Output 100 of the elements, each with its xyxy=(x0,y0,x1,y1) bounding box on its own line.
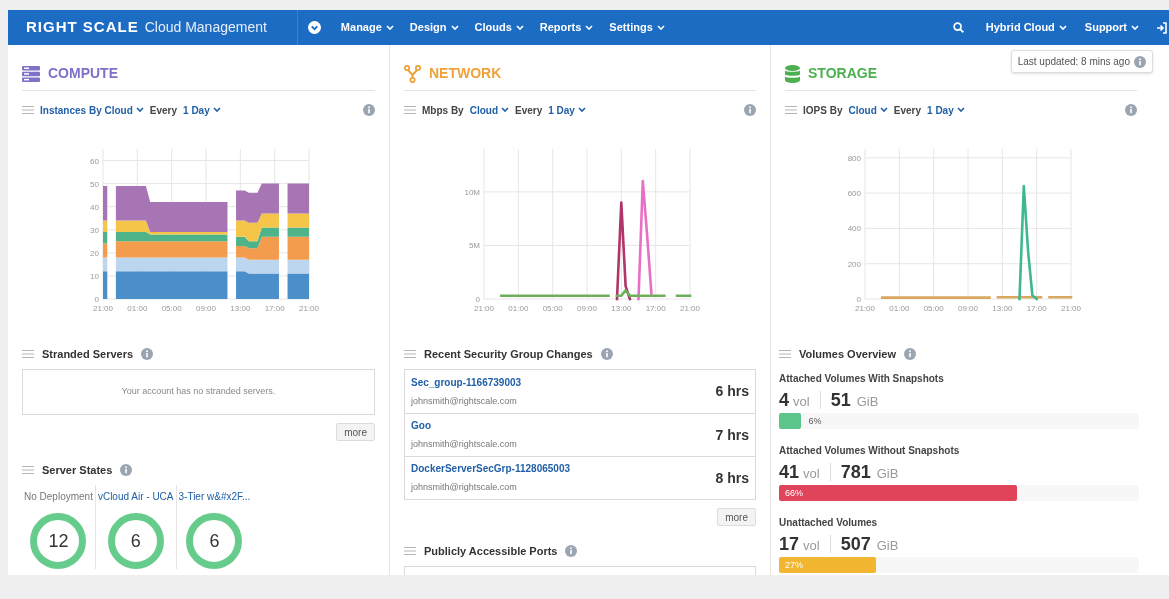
drag-handle-icon[interactable] xyxy=(404,547,416,555)
drag-handle-icon[interactable] xyxy=(22,350,34,358)
y-axis-label: 10 xyxy=(89,271,99,281)
x-axis-label: 09:00 xyxy=(195,304,216,313)
x-axis-label: 21:00 xyxy=(680,304,700,313)
more-button[interactable]: more xyxy=(336,423,375,441)
x-axis-label: 17:00 xyxy=(1026,304,1047,313)
section-title: NETWORK xyxy=(429,64,502,83)
info-icon[interactable] xyxy=(363,104,375,116)
nav-menu[interactable]: Design xyxy=(409,19,459,36)
caret-icon xyxy=(656,24,665,31)
widget-title: Server States xyxy=(42,462,113,478)
caret-icon xyxy=(135,107,144,113)
y-axis-label: 800 xyxy=(847,153,861,163)
caret-icon xyxy=(1058,24,1067,31)
group-link[interactable]: DockerServerSecGrp-1128065003 xyxy=(411,461,570,477)
header-label: Every xyxy=(149,103,178,118)
y-axis-label: 30 xyxy=(89,225,99,235)
dropdown-selector[interactable]: 1 Day xyxy=(927,102,965,118)
nav-menu[interactable]: Hybrid Cloud xyxy=(985,19,1067,36)
info-icon[interactable] xyxy=(1125,104,1137,116)
drag-handle-icon[interactable] xyxy=(404,350,416,358)
x-axis-label: 17:00 xyxy=(264,304,285,313)
size-unit: GiB xyxy=(856,393,879,411)
nav-menu[interactable]: Clouds xyxy=(474,19,524,36)
caret-icon xyxy=(879,107,888,113)
x-axis-label: 09:00 xyxy=(958,304,978,313)
x-axis-label: 13:00 xyxy=(611,304,632,313)
section-title: STORAGE xyxy=(808,64,877,83)
header-label: IOPS By xyxy=(803,103,843,118)
deployment-link[interactable]: vCloud Air - UCA xyxy=(97,485,174,507)
y-axis-label: 20 xyxy=(89,248,99,258)
widget-title: Volumes Overview xyxy=(799,346,896,362)
x-axis-label: 05:00 xyxy=(923,304,944,313)
caret-icon xyxy=(956,107,965,113)
caret-icon xyxy=(515,24,524,31)
search-icon[interactable] xyxy=(952,22,964,33)
x-axis-label: 13:00 xyxy=(992,304,1013,313)
drag-handle-icon[interactable] xyxy=(404,106,416,114)
database-icon xyxy=(785,64,800,83)
widget-title: Publicly Accessible Ports xyxy=(424,543,558,559)
y-axis-label: 10M xyxy=(464,187,480,197)
change-age: 6 hrs xyxy=(715,382,749,401)
dropdown-selector[interactable]: Cloud xyxy=(848,102,888,118)
drag-handle-icon[interactable] xyxy=(22,106,34,114)
volume-group-title: Attached Volumes With Snapshots xyxy=(779,371,945,386)
percent-label: 6% xyxy=(808,415,822,427)
drag-handle-icon[interactable] xyxy=(22,466,34,474)
chevron-circle-icon[interactable] xyxy=(307,21,321,34)
group-link[interactable]: Sec_group-1166739003 xyxy=(411,374,522,390)
caret-icon xyxy=(585,24,594,31)
logout-icon[interactable] xyxy=(1157,21,1167,34)
count-ring: 6 xyxy=(186,513,243,569)
info-icon[interactable] xyxy=(141,348,154,360)
dropdown-selector[interactable]: 1 Day xyxy=(183,102,221,118)
info-icon[interactable] xyxy=(565,545,578,557)
x-axis-label: 01:00 xyxy=(126,304,147,313)
x-axis-label: 01:00 xyxy=(508,304,529,313)
product-name: Cloud Management xyxy=(144,18,267,37)
x-axis-label: 21:00 xyxy=(298,304,319,313)
y-axis-label: 0 xyxy=(856,295,861,304)
drag-handle-icon[interactable] xyxy=(779,350,791,358)
group-link[interactable]: Goo xyxy=(411,418,517,434)
info-icon[interactable] xyxy=(904,348,916,360)
count-unit: vol xyxy=(803,465,820,483)
header-label: Every xyxy=(893,103,922,118)
info-icon[interactable] xyxy=(120,464,133,476)
empty-message: Your account has no stranded servers. xyxy=(121,385,276,399)
caret-icon xyxy=(450,24,459,31)
header-label: Every xyxy=(515,103,543,118)
widget-title: Recent Security Group Changes xyxy=(424,346,593,362)
size-unit: GiB xyxy=(876,465,899,483)
volume-size: 51 xyxy=(830,389,851,412)
caret-icon xyxy=(212,107,221,113)
info-icon[interactable] xyxy=(744,104,756,116)
dropdown-selector[interactable]: 1 Day xyxy=(548,102,586,118)
more-button[interactable]: more xyxy=(717,508,756,526)
nav-menu[interactable]: Manage xyxy=(340,19,394,36)
nav-menu[interactable]: Reports xyxy=(539,19,594,36)
deployment-link[interactable]: 3-Tier w&#x2F... xyxy=(178,485,251,507)
caret-icon xyxy=(1131,24,1139,31)
count-unit: vol xyxy=(803,537,820,555)
branch-icon xyxy=(404,64,421,83)
section-title: COMPUTE xyxy=(48,64,118,83)
user-email: johnsmith@rightscale.com xyxy=(411,438,517,452)
caret-icon xyxy=(501,107,509,113)
info-icon[interactable] xyxy=(1134,55,1146,68)
dropdown-selector[interactable]: Cloud xyxy=(469,102,509,118)
x-axis-label: 21:00 xyxy=(92,304,113,313)
nav-menu[interactable]: Settings xyxy=(609,19,665,36)
volume-size: 507 xyxy=(840,533,871,556)
volume-count: 41 xyxy=(779,461,800,484)
volume-group-title: Attached Volumes Without Snapshots xyxy=(779,443,961,458)
x-axis-label: 09:00 xyxy=(577,304,597,313)
y-axis-label: 0 xyxy=(94,295,99,304)
drag-handle-icon[interactable] xyxy=(785,106,797,114)
info-icon[interactable] xyxy=(600,348,613,360)
nav-menu[interactable]: Support xyxy=(1084,19,1139,36)
volume-size: 781 xyxy=(840,461,871,484)
dropdown-selector[interactable]: Instances By Cloud xyxy=(40,102,144,118)
